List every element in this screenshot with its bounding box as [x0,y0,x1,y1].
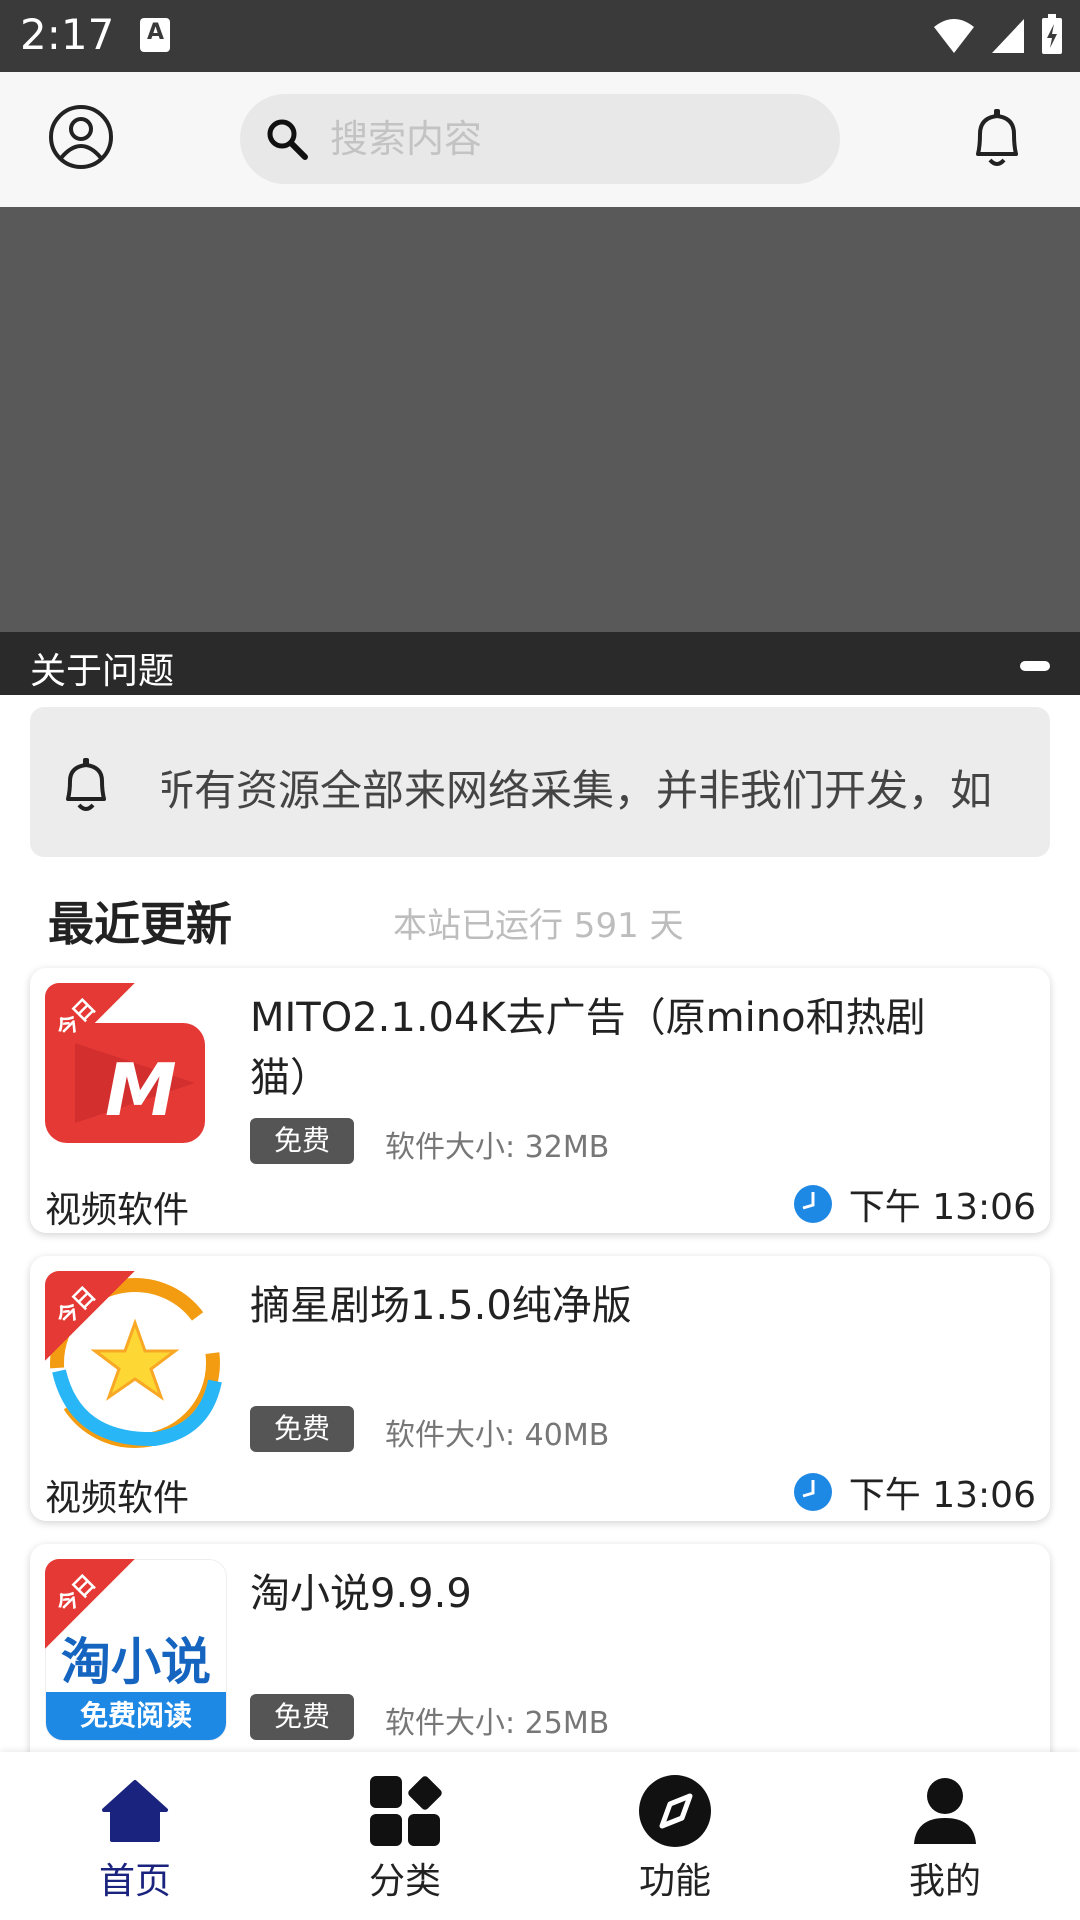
bottom-navigation: 首页 分类 功能 我的 [0,1752,1080,1920]
app-name: MITO2.1.04K去广告（原mino和热剧猫） [250,995,926,1101]
banner-image[interactable] [0,207,1080,632]
app-name: 摘星剧场1.5.0纯净版 [250,1283,632,1329]
clock-icon [793,1185,832,1223]
banner-indicator [1020,661,1050,671]
banner-title: 关于问题 [30,651,175,692]
app-category: 视频软件 [45,1478,190,1519]
app-card[interactable]: 淘小说 免费阅读 今日 淘小说9.9.9 免费 软件大小: 25MB [30,1544,1050,1774]
app-size: 软件大小: 25MB [385,1706,610,1741]
user-profile-icon[interactable] [48,104,114,170]
status-time: 2:17 [20,10,115,59]
app-card[interactable]: M 今日 MITO2.1.04K去广告（原mino和热剧猫） 免费 软件大小: … [30,968,1050,1233]
nav-function[interactable]: 功能 [605,1772,745,1904]
today-ribbon: 今日 [45,983,135,1073]
free-badge: 免费 [250,1406,354,1452]
status-bar: 2:17 [0,0,1080,72]
nav-category-label: 分类 [368,1861,441,1902]
top-header [0,72,1080,207]
app-name: 淘小说9.9.9 [250,1571,472,1617]
home-icon [102,1780,168,1842]
clock-icon [793,1473,832,1511]
notice-bell-icon [66,758,106,811]
nav-home-label: 首页 [98,1861,171,1902]
banner-caption: 关于问题 [0,632,1080,695]
app-size: 软件大小: 40MB [385,1418,610,1453]
search-icon [267,119,308,160]
update-time: 下午 13:06 [793,1466,1036,1518]
nav-home[interactable]: 首页 [65,1772,205,1904]
bell-icon[interactable] [968,106,1026,172]
update-time: 下午 13:06 [793,1178,1036,1230]
battery-icon [1042,14,1062,54]
nav-function-label: 功能 [638,1861,711,1902]
system-icons [932,14,1064,56]
app-size: 软件大小: 32MB [385,1130,610,1165]
compass-icon [639,1775,711,1847]
nav-category[interactable]: 分类 [335,1772,475,1904]
notice-text: 所有资源全部来网络采集，并非我们开发，如 [162,766,993,815]
nav-mine[interactable]: 我的 [875,1772,1015,1904]
search-input[interactable] [328,116,812,162]
today-ribbon: 今日 [45,1271,135,1361]
nav-mine-label: 我的 [908,1861,981,1902]
section-title: 最近更新 [48,897,232,951]
free-badge: 免费 [250,1694,354,1740]
signal-icon [992,19,1024,53]
free-badge: 免费 [250,1118,354,1164]
notice-bar[interactable]: 所有资源全部来网络采集，并非我们开发，如 [30,707,1050,857]
thumb-subtitle: 免费阅读 [46,1692,226,1740]
notification-icon [140,18,170,52]
search-bar[interactable] [240,94,840,184]
today-ribbon: 今日 [45,1559,135,1649]
category-icon [370,1776,442,1846]
wifi-icon [934,19,974,53]
app-card[interactable]: 今日 摘星剧场1.5.0纯净版 免费 软件大小: 40MB 视频软件 下午 13… [30,1256,1050,1521]
app-category: 视频软件 [45,1190,190,1231]
running-days: 本站已运行 591 天 [393,906,684,946]
person-icon [914,1778,976,1844]
